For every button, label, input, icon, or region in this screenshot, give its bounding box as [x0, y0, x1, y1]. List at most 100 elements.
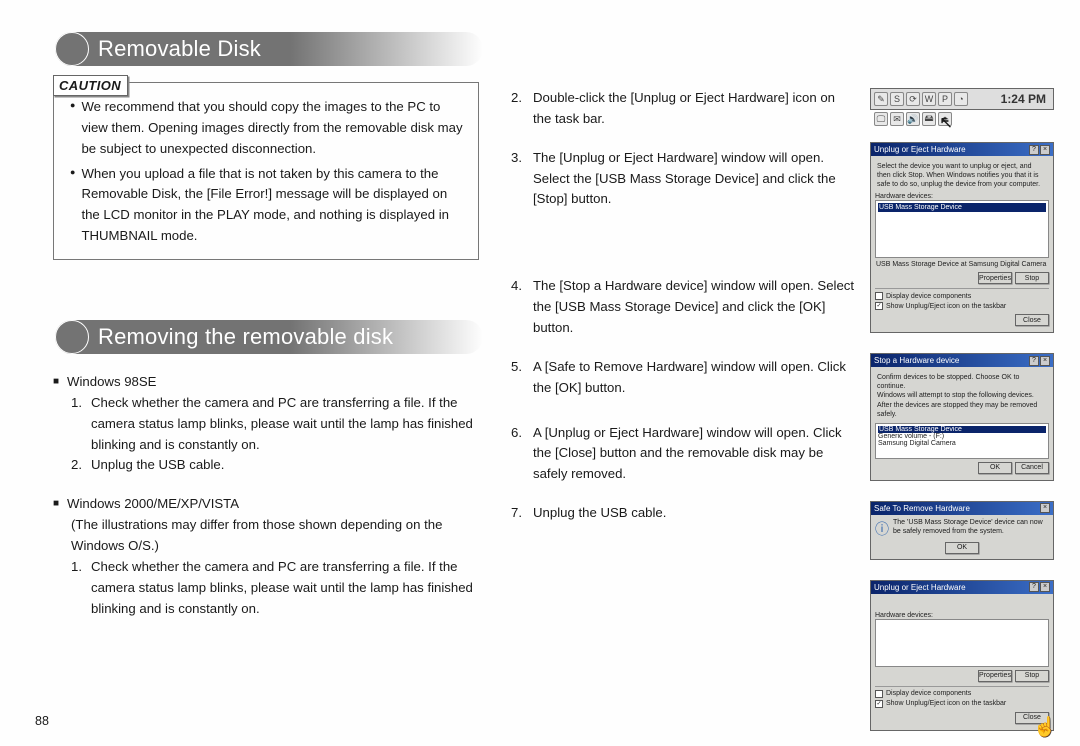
- caution-box: CAUTION ● We recommend that you should c…: [53, 82, 479, 260]
- step-item: 5.A [Safe to Remove Hardware] window wil…: [511, 357, 856, 399]
- instruction-text: [875, 598, 1049, 612]
- caution-text: We recommend that you should copy the im…: [81, 97, 466, 160]
- tray-icon: P: [938, 92, 952, 106]
- device-listbox[interactable]: [875, 619, 1049, 667]
- device-item[interactable]: Samsung Digital Camera: [878, 440, 1046, 447]
- left-column: Removable Disk CAUTION ● We recommend th…: [35, 32, 483, 726]
- instruction-text: Select the device you want to unplug or …: [875, 160, 1049, 193]
- help-icon[interactable]: ?: [1029, 582, 1039, 592]
- close-button[interactable]: Close: [1015, 314, 1049, 326]
- heading-text: Removing the removable disk: [98, 320, 393, 354]
- square-bullet-icon: ■: [53, 494, 59, 515]
- cancel-button[interactable]: Cancel: [1015, 462, 1049, 474]
- tray-icon: 🖵: [874, 112, 888, 126]
- properties-button[interactable]: Properties: [978, 272, 1012, 284]
- step-text: The [Stop a Hardware device] window will…: [533, 276, 856, 339]
- checkbox-show-icon[interactable]: ✓Show Unplug/Eject icon on the taskbar: [875, 301, 1049, 311]
- os-note: (The illustrations may differ from those…: [53, 515, 483, 557]
- ok-button[interactable]: OK: [945, 542, 979, 554]
- step-text: A [Unplug or Eject Hardware] window will…: [533, 423, 856, 486]
- step-item: 6.A [Unplug or Eject Hardware] window wi…: [511, 423, 856, 486]
- tray-icon: 🔊: [906, 112, 920, 126]
- stop-button[interactable]: Stop: [1015, 670, 1049, 682]
- close-icon[interactable]: ×: [1040, 582, 1050, 592]
- os-group-win98: ■ Windows 98SE 1.Check whether the camer…: [53, 372, 483, 476]
- page: Removable Disk CAUTION ● We recommend th…: [35, 32, 1045, 726]
- help-icon[interactable]: ?: [1029, 145, 1039, 155]
- fig-safe-window: Safe To Remove Hardware × ⓘ The 'USB Mas…: [870, 501, 1054, 560]
- hardware-label: Hardware devices:: [875, 193, 1049, 200]
- instruction-text: The 'USB Mass Storage Device' device can…: [893, 519, 1049, 539]
- window-titlebar: Unplug or Eject Hardware ?×: [871, 143, 1053, 156]
- window-title: Stop a Hardware device: [874, 356, 959, 365]
- window-titlebar: Safe To Remove Hardware ×: [871, 502, 1053, 515]
- window-title: Safe To Remove Hardware: [874, 504, 970, 513]
- fig-unplug-final-window: Unplug or Eject Hardware ?× Hardware dev…: [870, 580, 1054, 731]
- close-icon[interactable]: ×: [1040, 356, 1050, 366]
- checkbox-display-components[interactable]: Display device components: [875, 291, 1049, 301]
- tray-icon: ✎: [874, 92, 888, 106]
- ok-button[interactable]: OK: [978, 462, 1012, 474]
- caution-text: When you upload a file that is not taken…: [81, 164, 466, 247]
- heading-removing-disk: Removing the removable disk: [35, 320, 483, 354]
- window-title: Unplug or Eject Hardware: [874, 583, 966, 592]
- checkbox-display-components[interactable]: Display device components: [875, 689, 1049, 699]
- close-icon[interactable]: ×: [1040, 145, 1050, 155]
- device-listbox[interactable]: USB Mass Storage Device Generic volume -…: [875, 423, 1049, 459]
- window-titlebar: Unplug or Eject Hardware ?×: [871, 581, 1053, 594]
- step-item: 4.The [Stop a Hardware device] window wi…: [511, 276, 856, 339]
- step-text: Check whether the camera and PC are tran…: [91, 557, 483, 620]
- fig-stop-window: Stop a Hardware device ?× Confirm device…: [870, 353, 1054, 480]
- step-text: A [Safe to Remove Hardware] window will …: [533, 357, 856, 399]
- tray-icon: 🖴: [922, 112, 936, 126]
- step-item: 7.Unplug the USB cable.: [511, 503, 856, 524]
- square-bullet-icon: ■: [53, 372, 59, 393]
- step-item: 2.Double-click the [Unplug or Eject Hard…: [511, 88, 856, 130]
- window-titlebar: Stop a Hardware device ?×: [871, 354, 1053, 367]
- instruction-text: Confirm devices to be stopped. Choose OK…: [875, 371, 1049, 422]
- close-icon[interactable]: ×: [1040, 503, 1050, 513]
- step-item: 3.The [Unplug or Eject Hardware] window …: [511, 148, 856, 211]
- pointer-icon: ☝: [1033, 715, 1057, 739]
- caution-item: ● When you upload a file that is not tak…: [70, 164, 466, 247]
- heading-removable-disk: Removable Disk: [35, 32, 483, 66]
- hardware-label: Hardware devices:: [875, 612, 1049, 619]
- properties-button[interactable]: Properties: [978, 670, 1012, 682]
- bullet-icon: ●: [70, 97, 75, 160]
- device-item[interactable]: Generic volume - (F:): [878, 433, 1046, 440]
- step-item: 2.Unplug the USB cable.: [53, 455, 483, 476]
- caution-label: CAUTION: [53, 75, 128, 96]
- checkbox-show-icon[interactable]: ✓Show Unplug/Eject icon on the taskbar: [875, 699, 1049, 709]
- page-number: 88: [35, 714, 49, 728]
- device-item[interactable]: USB Mass Storage Device: [878, 426, 1046, 433]
- figures-column: ✎ S ⟳ W P ◔ 1:24 PM 🖵 ✉ 🔊 🖴 ⏏ ↖: [870, 32, 1064, 726]
- device-status: USB Mass Storage Device at Samsung Digit…: [875, 258, 1049, 269]
- cursor-icon: ↖: [939, 113, 953, 133]
- step-text: The [Unplug or Eject Hardware] window wi…: [533, 148, 856, 211]
- os-title: Windows 2000/ME/XP/VISTA: [67, 494, 239, 515]
- info-icon: ⓘ: [875, 519, 889, 539]
- step-text: Check whether the camera and PC are tran…: [91, 393, 483, 456]
- fig-unplug-window: Unplug or Eject Hardware ?× Select the d…: [870, 142, 1054, 333]
- right-column: 2.Double-click the [Unplug or Eject Hard…: [511, 32, 1071, 726]
- tray-icon: S: [890, 92, 904, 106]
- device-listbox[interactable]: USB Mass Storage Device: [875, 200, 1049, 258]
- os-title: Windows 98SE: [67, 372, 156, 393]
- stop-button[interactable]: Stop: [1015, 272, 1049, 284]
- step-text: Double-click the [Unplug or Eject Hardwa…: [533, 88, 856, 130]
- step-text: Unplug the USB cable.: [91, 455, 224, 476]
- os-group-win2000: ■ Windows 2000/ME/XP/VISTA (The illustra…: [53, 494, 483, 619]
- caution-item: ● We recommend that you should copy the …: [70, 97, 466, 160]
- tray-icon: ◔: [954, 92, 968, 106]
- bullet-icon: ●: [70, 164, 75, 247]
- device-item[interactable]: USB Mass Storage Device: [878, 203, 1046, 212]
- window-title: Unplug or Eject Hardware: [874, 145, 966, 154]
- step-item: 1.Check whether the camera and PC are tr…: [53, 393, 483, 456]
- tray-icon: ✉: [890, 112, 904, 126]
- tray-icon: W: [922, 92, 936, 106]
- step-text: Unplug the USB cable.: [533, 503, 666, 524]
- help-icon[interactable]: ?: [1029, 356, 1039, 366]
- fig-taskbar: ✎ S ⟳ W P ◔ 1:24 PM 🖵 ✉ 🔊 🖴 ⏏ ↖: [870, 88, 1054, 110]
- step-item: 1.Check whether the camera and PC are tr…: [53, 557, 483, 620]
- heading-text: Removable Disk: [98, 32, 261, 66]
